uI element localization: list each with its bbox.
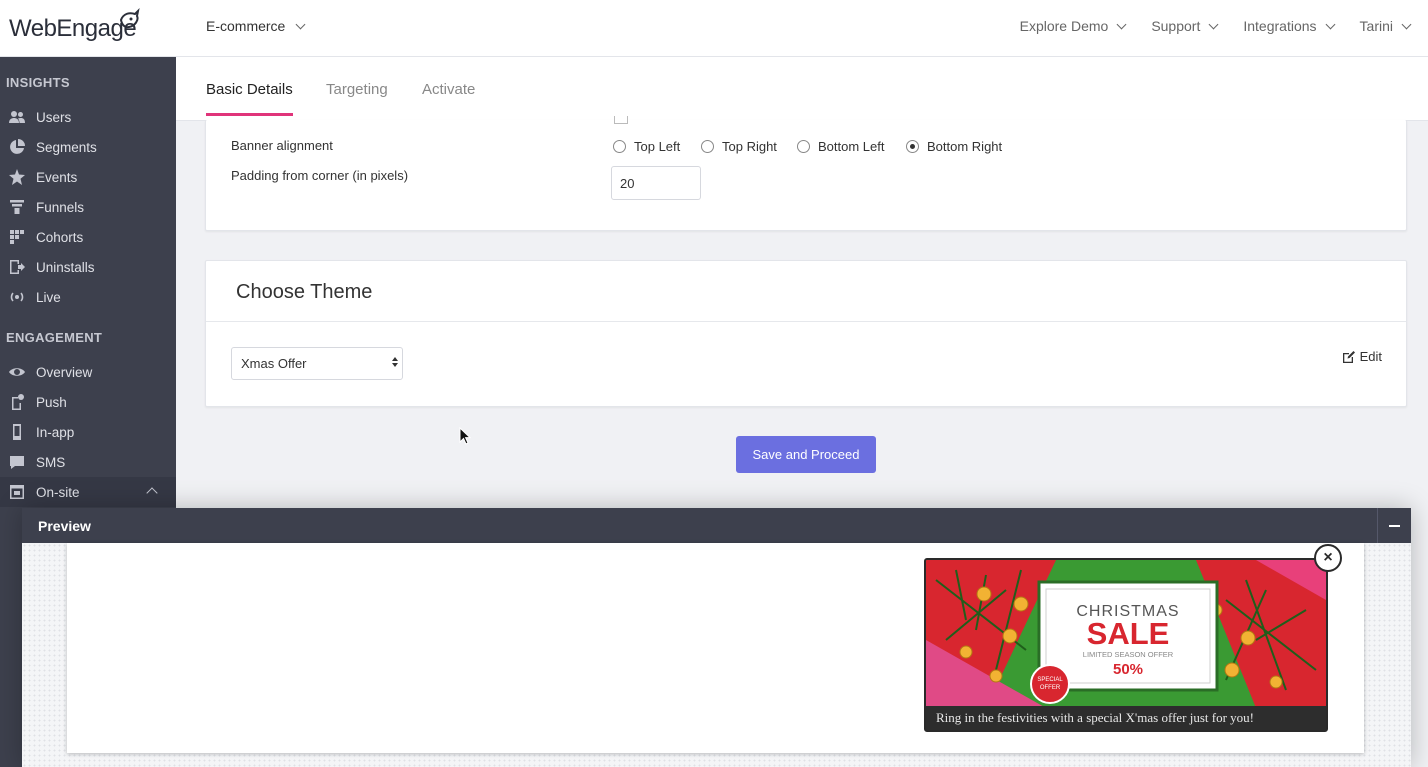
theme-select[interactable]: Xmas Offer <box>231 347 403 380</box>
radio-top-left[interactable]: Top Left <box>613 139 680 154</box>
chevron-down-icon <box>295 19 306 29</box>
radio-bottom-left[interactable]: Bottom Left <box>797 139 884 154</box>
users-icon <box>8 109 26 125</box>
webengage-logo[interactable]: WebEngage <box>9 8 140 46</box>
choose-theme-panel: Choose Theme Xmas Offer Edit <box>205 260 1407 407</box>
choose-theme-title: Choose Theme <box>236 281 373 303</box>
radio-circle <box>613 140 626 153</box>
nav-integrations[interactable]: Integrations <box>1243 18 1335 34</box>
banner-alignment-label: Banner alignment <box>231 138 333 153</box>
eye-icon <box>8 364 26 380</box>
top-nav: Explore Demo Support Integrations Tarini <box>1020 18 1412 34</box>
banner-line3: LIMITED SEASON OFFER <box>1083 650 1174 659</box>
radio-bottom-right[interactable]: Bottom Right <box>906 139 1002 154</box>
exit-icon <box>8 259 26 275</box>
sidebar-item-overview[interactable]: Overview <box>0 357 176 387</box>
top-bar: WebEngage E-commerce Explore Demo Suppor… <box>0 0 1428 57</box>
push-icon <box>8 394 26 410</box>
banner-caption: Ring in the festivities with a special X… <box>926 706 1326 730</box>
sidebar-item-push[interactable]: Push <box>0 387 176 417</box>
sidebar-item-sms[interactable]: SMS <box>0 447 176 477</box>
grid-icon <box>8 229 26 245</box>
radio-circle <box>701 140 714 153</box>
preview-title: Preview <box>38 517 91 534</box>
close-icon: × <box>1323 549 1333 566</box>
radio-circle <box>797 140 810 153</box>
badge-bottom-text: OFFER <box>1040 685 1061 691</box>
minimize-button[interactable] <box>1377 508 1411 543</box>
window-icon <box>8 484 26 500</box>
banner-line4: 50% <box>1113 661 1143 678</box>
sidebar-item-funnels[interactable]: Funnels <box>0 192 176 222</box>
xmas-banner[interactable]: CHRISTMAS SALE LIMITED SEASON OFFER 50% … <box>924 558 1328 732</box>
funnel-icon <box>8 199 26 215</box>
padding-input[interactable] <box>611 166 701 200</box>
sidebar-item-live[interactable]: Live <box>0 282 176 312</box>
padding-label: Padding from corner (in pixels) <box>231 168 409 183</box>
pie-icon <box>8 139 26 155</box>
chevron-down-icon <box>1401 19 1412 29</box>
star-icon <box>8 169 26 185</box>
tab-activate[interactable]: Activate <box>422 81 475 98</box>
sidebar-item-uninstalls[interactable]: Uninstalls <box>0 252 176 282</box>
badge-top-text: SPECIAL <box>1037 677 1063 683</box>
sidebar-item-segments[interactable]: Segments <box>0 132 176 162</box>
edit-icon <box>1342 350 1355 363</box>
nav-user-menu[interactable]: Tarini <box>1360 18 1412 34</box>
radio-circle-selected <box>906 140 919 153</box>
chevron-down-icon <box>1325 19 1335 29</box>
sidebar-section-engagement: ENGAGEMENT <box>6 330 103 345</box>
sidebar-item-in-app[interactable]: In-app <box>0 417 176 447</box>
broadcast-icon <box>8 289 26 305</box>
sidebar-item-events[interactable]: Events <box>0 162 176 192</box>
select-arrows-icon <box>392 357 398 367</box>
tab-targeting[interactable]: Targeting <box>326 81 388 98</box>
radio-top-right[interactable]: Top Right <box>701 139 777 154</box>
sidebar-item-on-site[interactable]: On-site <box>0 477 176 507</box>
tab-basic-details[interactable]: Basic Details <box>206 81 293 116</box>
preview-pane: Preview CHRISTMAS SALE LIMITED SEASON OF… <box>22 508 1411 767</box>
sidebar-item-cohorts[interactable]: Cohorts <box>0 222 176 252</box>
banner-line2: SALE <box>1087 616 1170 651</box>
preview-canvas: CHRISTMAS SALE LIMITED SEASON OFFER 50% … <box>22 543 1411 767</box>
preview-frame: CHRISTMAS SALE LIMITED SEASON OFFER 50% … <box>67 543 1364 753</box>
save-and-proceed-button[interactable]: Save and Proceed <box>736 436 876 473</box>
minus-icon <box>1389 524 1400 527</box>
placement-panel: Banner alignment Top Left Top Right Bott… <box>205 116 1407 231</box>
sidebar-section-insights: INSIGHTS <box>6 75 70 90</box>
chevron-up-icon <box>146 487 158 499</box>
wizard-tabs: Basic Details Targeting Activate <box>176 57 1428 121</box>
banner-close-button[interactable]: × <box>1314 544 1342 572</box>
logo-bird-icon <box>119 8 140 29</box>
hidden-checkbox[interactable] <box>614 116 628 124</box>
preview-header: Preview <box>22 508 1411 543</box>
chat-icon <box>8 454 26 470</box>
nav-support[interactable]: Support <box>1151 18 1219 34</box>
project-selector[interactable]: E-commerce <box>206 18 306 34</box>
chevron-down-icon <box>1116 19 1127 29</box>
sidebar-item-users[interactable]: Users <box>0 102 176 132</box>
divider <box>206 321 1406 322</box>
mobile-icon <box>8 424 26 440</box>
banner-artwork: CHRISTMAS SALE LIMITED SEASON OFFER 50% … <box>926 560 1326 708</box>
project-name: E-commerce <box>206 18 286 34</box>
nav-explore-demo[interactable]: Explore Demo <box>1020 18 1127 34</box>
chevron-down-icon <box>1208 19 1219 29</box>
edit-theme-button[interactable]: Edit <box>1342 349 1382 364</box>
mouse-cursor-icon <box>459 427 471 445</box>
